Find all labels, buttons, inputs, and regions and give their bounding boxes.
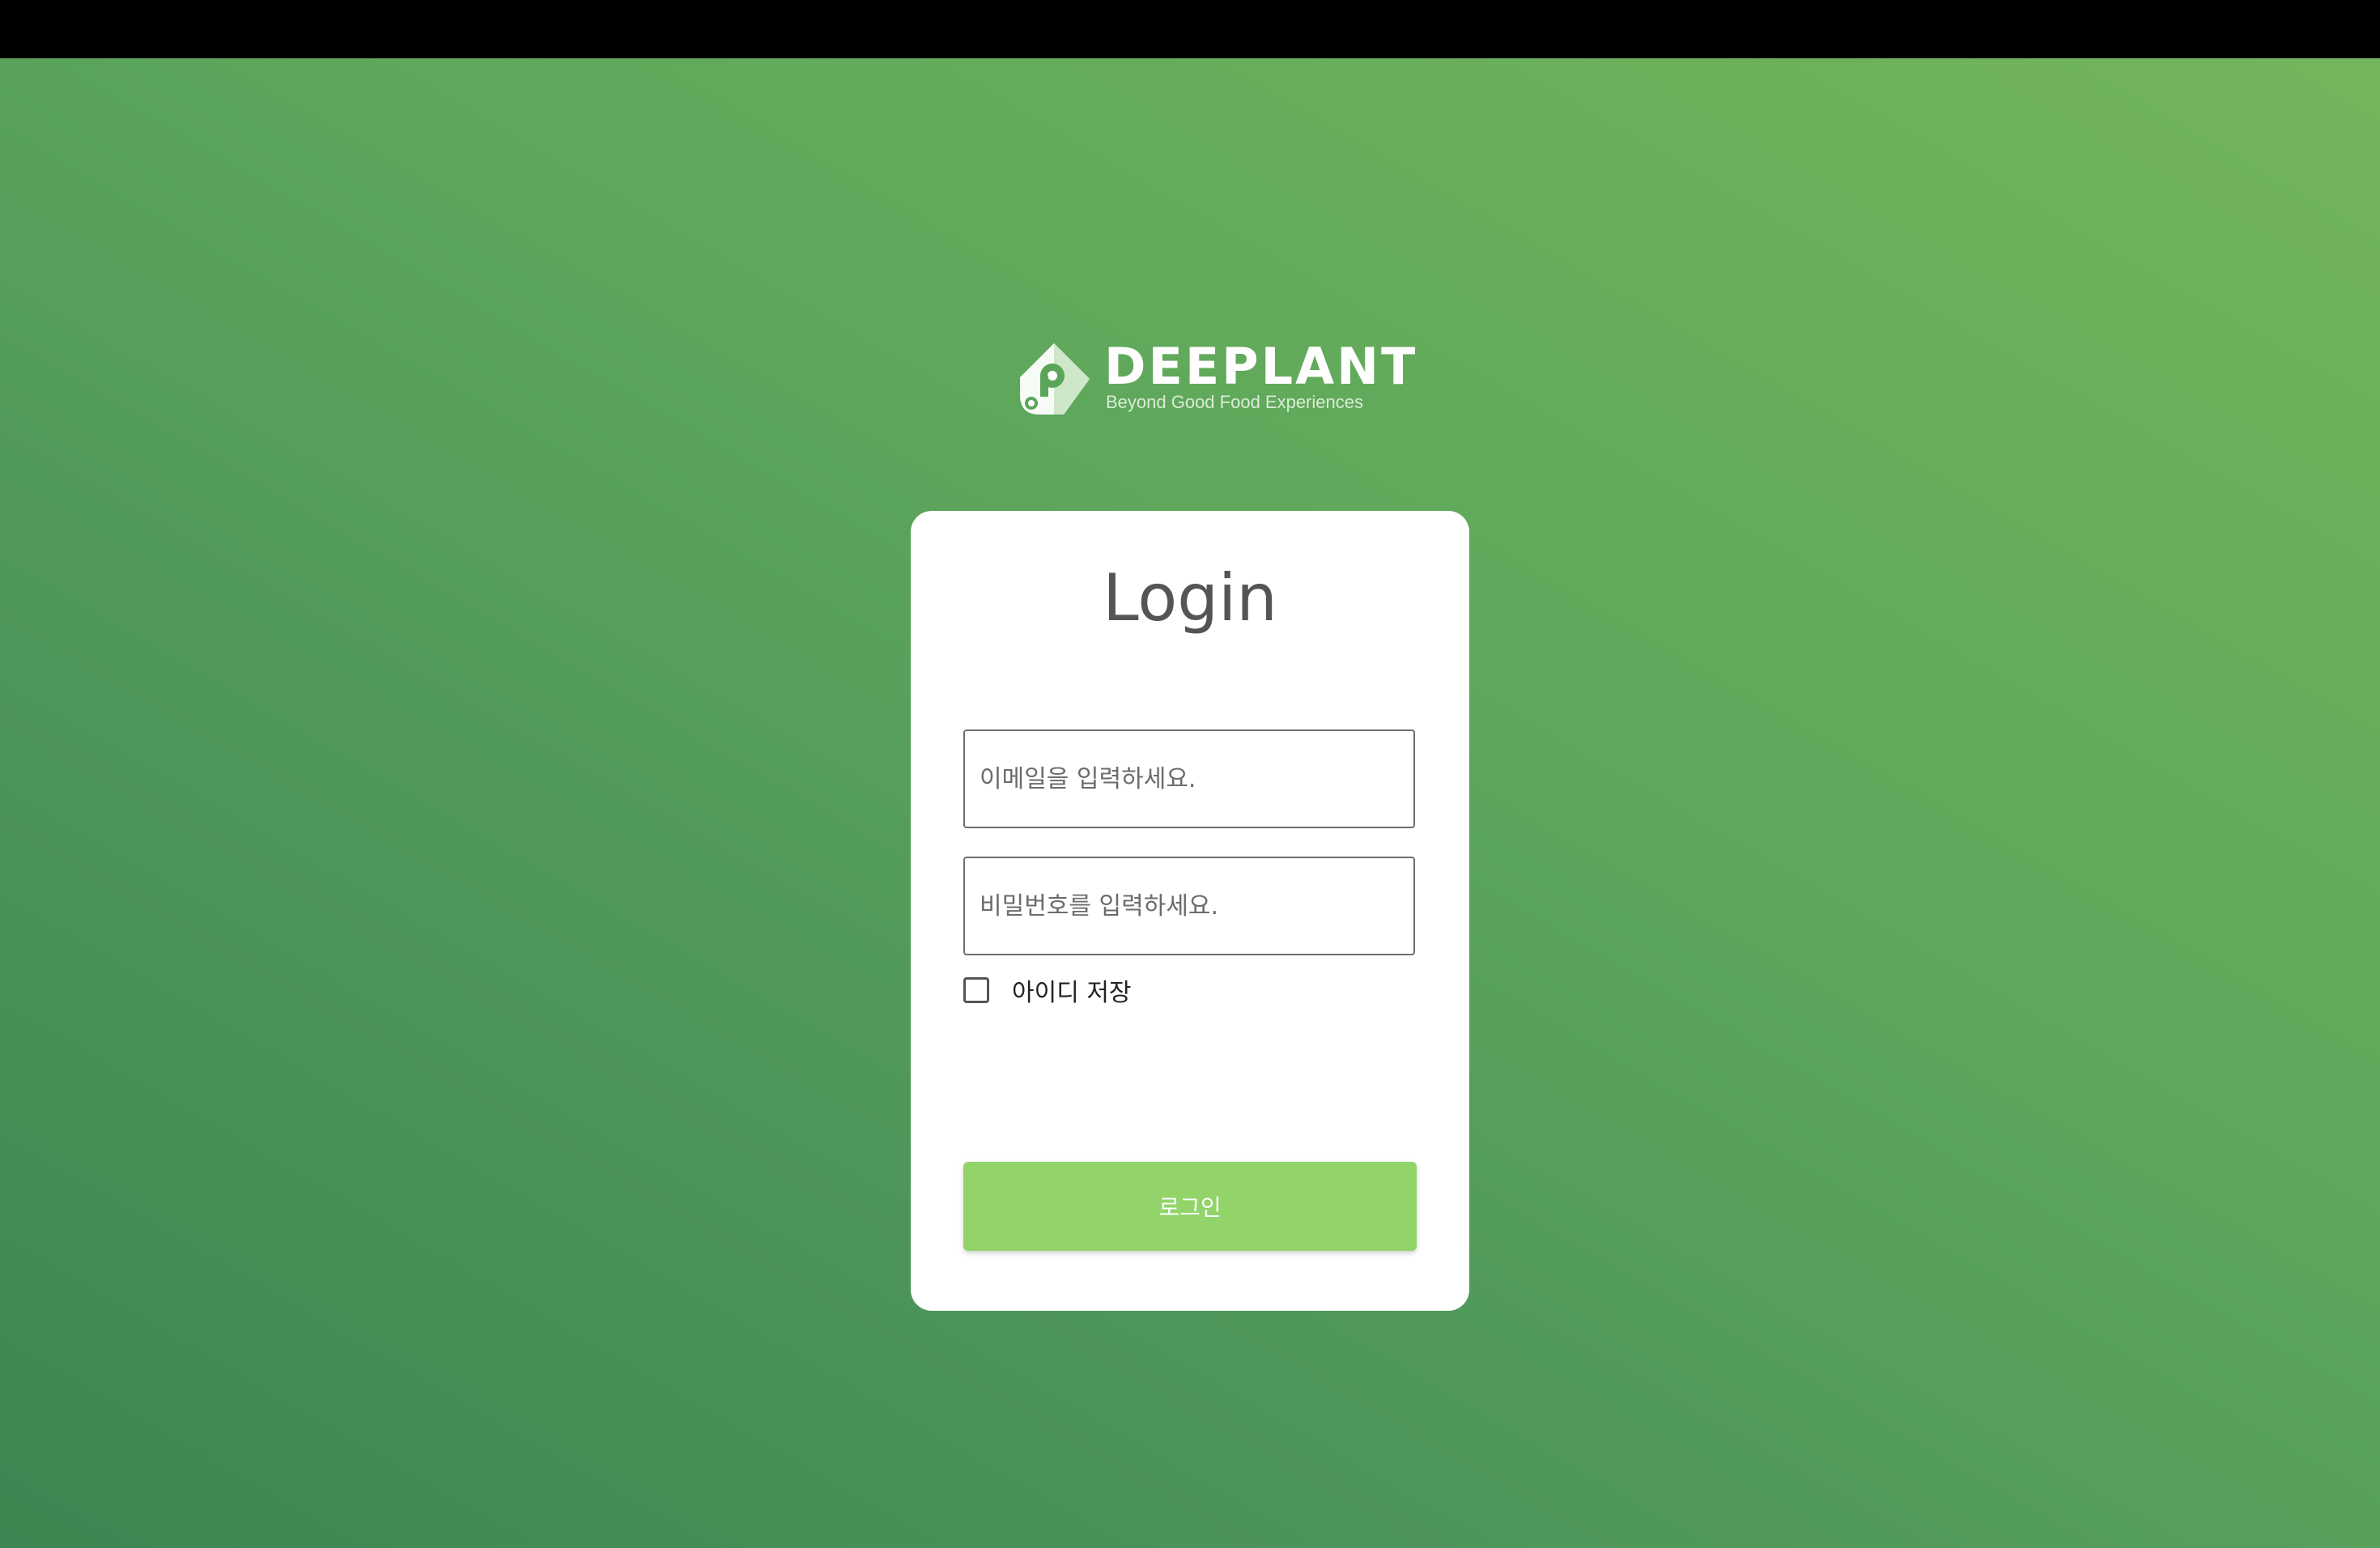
remember-id-label: 아이디 저장 [1012, 979, 1132, 1007]
email-field[interactable] [963, 729, 1415, 828]
password-field[interactable] [963, 857, 1415, 955]
deeplant-logo-icon [1020, 343, 1090, 415]
logo-tagline: Beyond Good Food Experiences [1106, 392, 1363, 412]
remember-id-option[interactable]: 아이디 저장 [963, 972, 1132, 1008]
remember-id-checkbox[interactable] [963, 977, 989, 1003]
deeplant-logo: DEEPLANT Beyond Good Food Experiences [1015, 338, 1415, 419]
logo-wordmark: DEEPLANT [1104, 337, 1418, 396]
login-button[interactable]: 로그인 [963, 1162, 1417, 1251]
login-card: Login 아이디 저장 로그인 [911, 511, 1469, 1311]
page-title: Login [1103, 560, 1277, 636]
top-bar [0, 0, 2380, 58]
